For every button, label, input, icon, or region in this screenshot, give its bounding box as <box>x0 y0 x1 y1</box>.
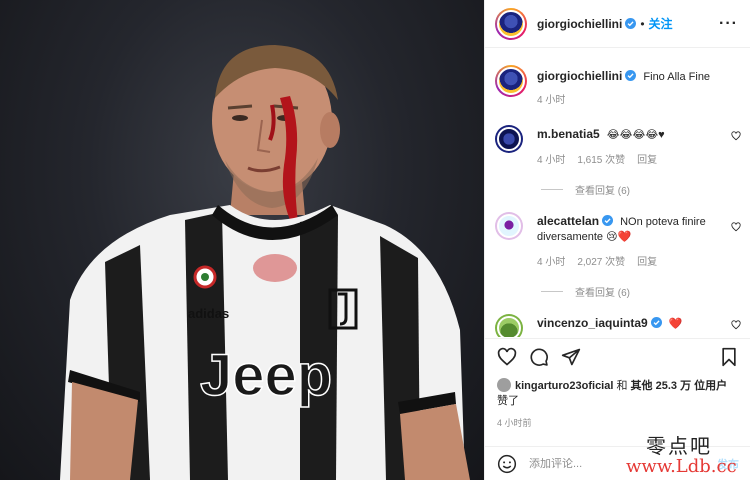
view-replies-link[interactable]: 查看回复 (6) <box>541 182 630 197</box>
verified-badge-icon <box>625 18 637 29</box>
caption-time: 4 小时 <box>537 95 566 106</box>
like-heart-icon[interactable] <box>497 347 517 367</box>
post-side-panel: giorgiochiellini • 关注 ··· giorgiochielli… <box>484 0 750 480</box>
comment-username[interactable]: m.benatia5 <box>537 127 600 141</box>
caption-author-avatar[interactable] <box>495 65 527 97</box>
like-comment-heart-icon[interactable] <box>731 222 741 232</box>
likes-summary: kingarturo23oficial 和 其他 25.3 万 位用户 赞了 <box>497 378 745 409</box>
more-options-icon[interactable]: ··· <box>719 15 738 33</box>
author-avatar[interactable] <box>495 7 527 40</box>
comment-username[interactable]: vincenzo_iaquinta9 <box>537 316 648 330</box>
jersey-sponsor: Jeep <box>200 343 332 408</box>
reply-button[interactable]: 回复 <box>637 255 657 270</box>
verified-badge-icon <box>602 215 614 226</box>
reply-button[interactable]: 回复 <box>637 153 657 168</box>
post-header: giorgiochiellini • 关注 ··· <box>485 0 750 48</box>
replies-divider <box>541 189 563 190</box>
comment-time: 4 小时 <box>537 257 566 268</box>
commenter-avatar[interactable] <box>495 125 523 153</box>
verified-badge-icon <box>650 317 662 328</box>
post-photo: Jeep adidas <box>0 0 484 480</box>
emoji-smile-icon[interactable] <box>497 454 517 474</box>
comment-likes[interactable]: 1,615 次赞 <box>577 153 625 168</box>
view-replies-label[interactable]: 查看回复 (6) <box>575 182 630 197</box>
site-watermark: 零点吧 www.Ldb.cc <box>626 430 750 480</box>
comment-text: ❤️ <box>668 318 683 330</box>
save-bookmark-icon[interactable] <box>719 347 739 367</box>
comment-likes[interactable]: 2,027 次赞 <box>577 255 625 270</box>
verified-badge-icon <box>625 70 637 81</box>
post-actions-bar <box>485 338 750 374</box>
post-timestamp[interactable]: 4 小时前 <box>497 416 532 429</box>
comment-bubble-icon[interactable] <box>529 347 549 367</box>
liker-avatar[interactable] <box>497 378 511 392</box>
likes-others-link[interactable]: 其他 25.3 万 位用户 <box>631 380 728 392</box>
replies-divider <box>541 291 563 292</box>
caption-text: Fino Alla Fine <box>643 71 711 83</box>
comment-time: 4 小时 <box>537 155 566 166</box>
comment-text: 😂😂😂😂♥ <box>606 129 665 141</box>
commenter-avatar[interactable] <box>495 212 523 240</box>
liker-username[interactable]: kingarturo23oficial <box>515 380 613 392</box>
watermark-line2: www.Ldb.cc <box>626 456 737 477</box>
like-comment-heart-icon[interactable] <box>731 131 741 141</box>
separator-dot: • <box>640 16 645 31</box>
view-replies-label[interactable]: 查看回复 (6) <box>575 284 630 299</box>
player-illustration: Jeep adidas <box>60 45 470 480</box>
jersey-brand: adidas <box>188 306 229 321</box>
comments-list[interactable]: giorgiochiellini Fino Alla Fine 4 小时 m.b… <box>485 49 750 337</box>
watermark-line1: 零点吧 <box>646 434 712 458</box>
caption-username[interactable]: giorgiochiellini <box>537 69 622 83</box>
author-username[interactable]: giorgiochiellini <box>537 17 622 31</box>
likes-conjunction: 和 <box>616 380 628 392</box>
likes-suffix: 赞了 <box>497 395 519 407</box>
like-comment-heart-icon[interactable] <box>731 320 741 330</box>
comment-username[interactable]: alecattelan <box>537 214 599 228</box>
share-paper-plane-icon[interactable] <box>561 347 581 367</box>
follow-button[interactable]: 关注 <box>649 15 673 32</box>
view-replies-link[interactable]: 查看回复 (6) <box>541 284 630 299</box>
commenter-avatar[interactable] <box>495 314 523 337</box>
